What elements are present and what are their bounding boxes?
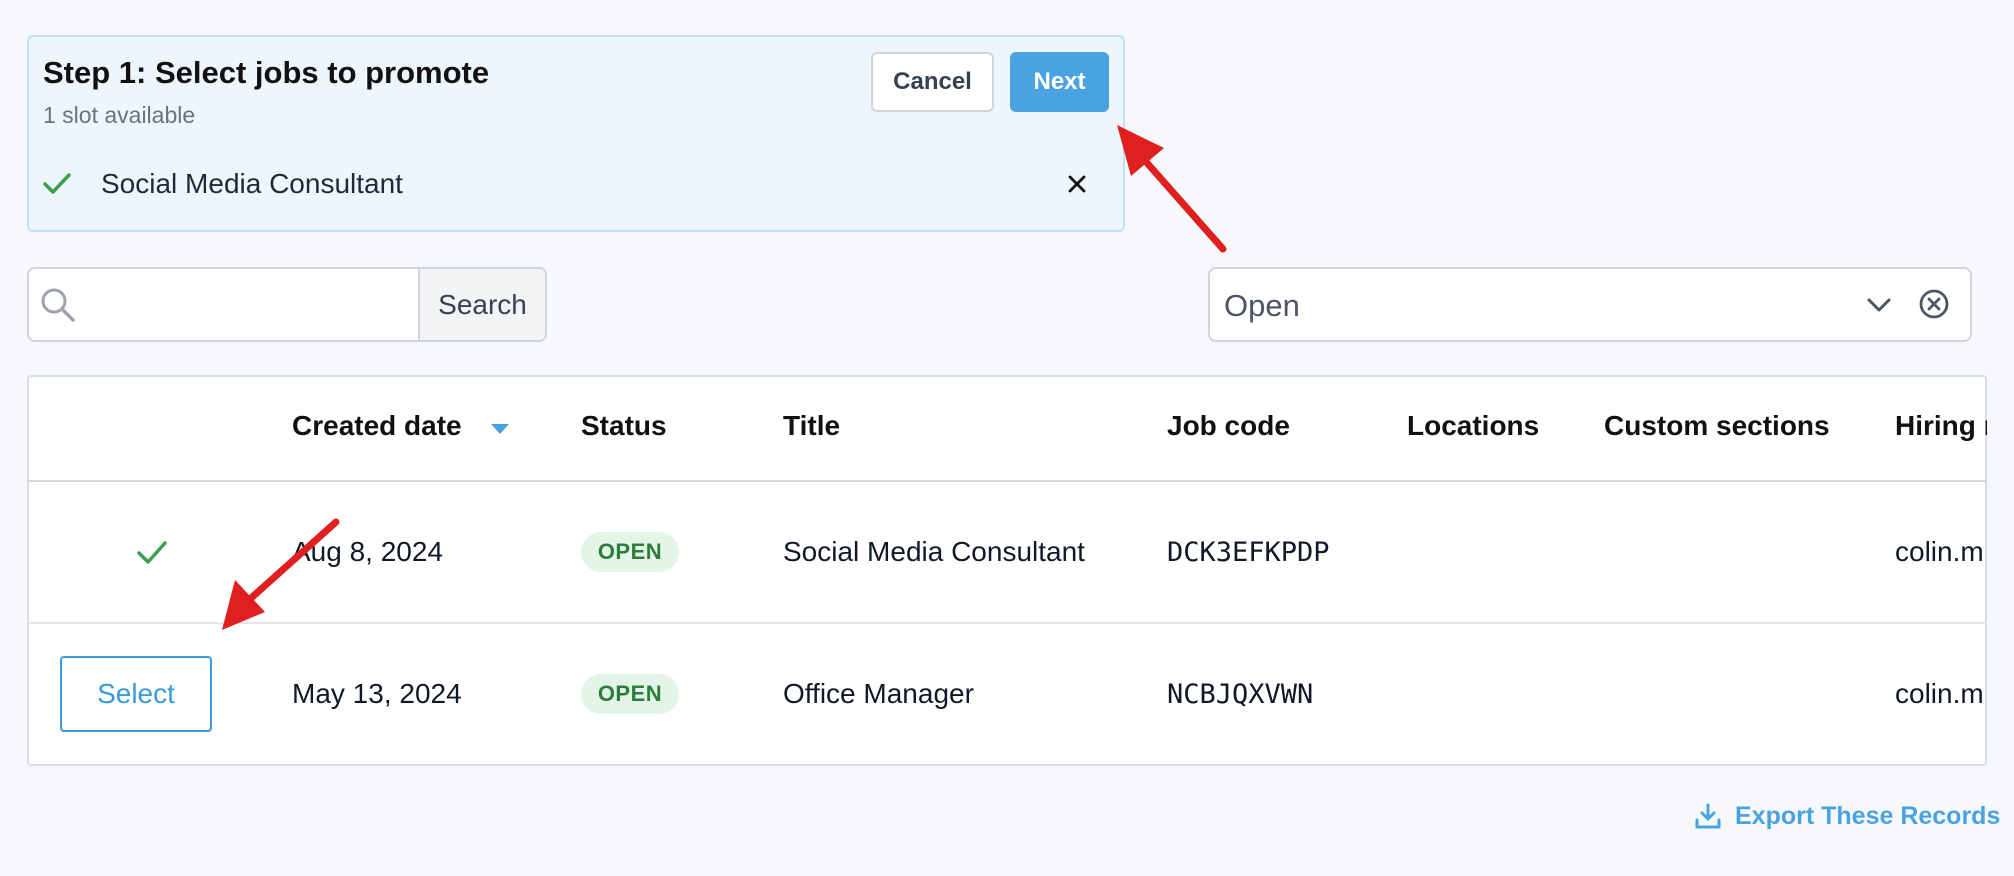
download-icon[interactable] <box>1694 802 1722 830</box>
status-filter-value: Open <box>1224 288 1300 323</box>
cancel-button[interactable]: Cancel <box>871 52 994 112</box>
job-code-cell: NCBJQXVWN <box>1167 679 1314 710</box>
status-badge: OPEN <box>581 532 679 572</box>
created-date-cell: Aug 8, 2024 <box>292 536 444 567</box>
sort-down-icon[interactable] <box>490 422 510 436</box>
job-code-cell: DCK3EFKPDP <box>1167 537 1330 568</box>
status-badge: OPEN <box>581 674 679 714</box>
column-header-created-date[interactable]: Created date <box>292 410 462 442</box>
column-header-title[interactable]: Title <box>783 410 840 442</box>
column-header-job-code[interactable]: Job code <box>1167 410 1290 442</box>
select-job-button[interactable]: Select <box>60 656 212 732</box>
search-input[interactable] <box>85 270 419 341</box>
step-title: Step 1: Select jobs to promote <box>43 55 490 90</box>
table-header-divider <box>29 480 1987 482</box>
status-filter-select[interactable] <box>1208 267 1972 342</box>
search-button[interactable]: Search <box>418 267 547 342</box>
circle-x-icon[interactable] <box>1918 288 1950 320</box>
check-icon <box>137 541 167 564</box>
hiring-manager-cell: colin.m <box>1895 536 1984 567</box>
title-cell: Office Manager <box>783 678 974 709</box>
close-icon[interactable] <box>1065 172 1089 196</box>
column-header-custom-sections[interactable]: Custom sections <box>1604 410 1830 442</box>
arrow-to-next-button <box>1117 125 1227 253</box>
selected-job-label: Social Media Consultant <box>101 168 403 199</box>
hiring-manager-cell: colin.m <box>1895 678 1984 709</box>
column-header-locations[interactable]: Locations <box>1407 410 1539 442</box>
created-date-cell: May 13, 2024 <box>292 678 462 709</box>
next-button[interactable]: Next <box>1010 52 1109 112</box>
column-header-hiring-manager[interactable]: Hiring m <box>1895 410 1987 442</box>
search-icon <box>41 288 75 322</box>
slots-available-text: 1 slot available <box>43 102 196 128</box>
title-cell: Social Media Consultant <box>783 536 1085 567</box>
table-row-divider <box>29 622 1987 624</box>
column-header-status[interactable]: Status <box>581 410 667 442</box>
export-records-link[interactable]: Export These Records <box>1735 802 2000 831</box>
check-icon <box>43 173 71 194</box>
chevron-down-icon[interactable] <box>1864 290 1894 320</box>
